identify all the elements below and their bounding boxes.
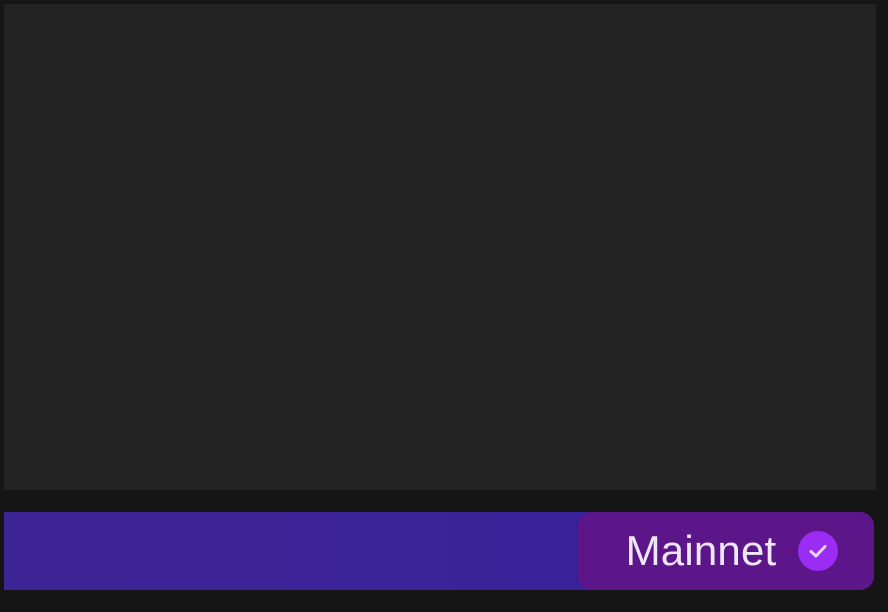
network-label: Mainnet: [625, 527, 777, 574]
check-circle-icon: [798, 531, 839, 571]
network-selector[interactable]: Mainnet: [578, 512, 874, 590]
content-panel: [4, 4, 876, 490]
